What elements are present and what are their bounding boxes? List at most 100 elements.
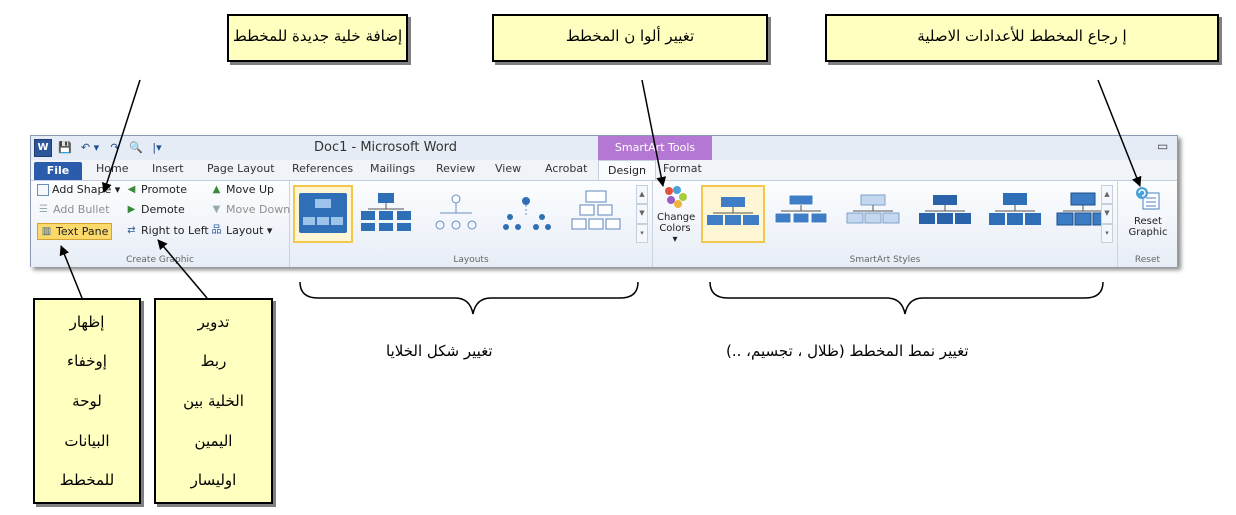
layouts-gallery-scroll[interactable]: ▲ ▼ ▾ [636,185,648,243]
dot-hierarchy-icon [503,197,551,230]
word-window: W 💾 ↶ ▾ ↷ 🔍 |▾ Doc1 - Microsoft Word Sma… [30,135,1178,267]
callout-right-to-left: تدوير ربط الخلية بين اليمين اوليسار [154,298,273,504]
circle-hierarchy-icon [435,194,477,230]
right-to-left-label: Right to Left [141,224,209,237]
layout-label: Layout ▾ [226,224,273,237]
text-pane-icon: ▥ [41,226,52,237]
hierarchy-layout-icon [299,193,347,233]
smartart-tools-label: SmartArt Tools [598,136,712,160]
quick-access-toolbar: W 💾 ↶ ▾ ↷ 🔍 |▾ [34,139,165,157]
print-preview-icon[interactable]: 🔍 [128,140,144,156]
change-colors-button[interactable]: Change Colors ▾ [657,185,696,245]
ribbon-tabs: File Home Insert Page Layout References … [31,160,1177,181]
promote-button[interactable]: ◀ Promote [125,183,187,196]
layout-option-hierarchy[interactable] [293,185,353,243]
demote-button[interactable]: ▶ Demote [125,203,185,216]
move-down-icon: ▼ [212,204,221,215]
ribbon: Add Shape ▾ ☰ Add Bullet ▥ Text Pane ◀ P… [31,180,1177,267]
promote-label: Promote [141,183,187,196]
change-colors-label-2: Colors ▾ [659,223,691,245]
styles-gallery-more-icon[interactable]: ▾ [1101,223,1113,243]
white-outline-style-icon [774,194,828,224]
outline-hierarchy-icon [571,190,621,230]
move-up-button[interactable]: ▲ Move Up [210,183,274,196]
tab-format[interactable]: Format [663,162,702,175]
move-down-button[interactable]: ▼ Move Down [210,203,291,216]
right-to-left-icon: ⇄ [127,225,136,236]
scroll-down-icon[interactable]: ▼ [636,204,648,224]
gallery-more-icon[interactable]: ▾ [636,223,648,243]
layout-option-labeled-hierarchy[interactable] [356,185,416,243]
labeled-hierarchy-icon [361,193,411,231]
tab-mailings[interactable]: Mailings [370,162,415,175]
layout-option-outline-hierarchy[interactable] [566,185,626,243]
add-bullet-label: Add Bullet [53,203,110,216]
tab-page-layout[interactable]: Page Layout [207,162,275,175]
reset-graphic-label-2: Graphic [1128,227,1168,238]
simple-fill-style-icon [707,197,759,225]
layouts-label: Layouts [453,255,489,265]
layout-option-dot-hierarchy[interactable] [496,185,556,243]
redo-icon[interactable]: ↷ [107,140,123,156]
tab-file[interactable]: File [34,162,82,180]
callout-change-colors: تغيير ألوا ن المخطط [492,14,768,62]
layout-button[interactable]: 品 Layout ▾ [210,224,273,237]
brace-layouts [299,281,639,315]
styles-scroll-down-icon[interactable]: ▼ [1101,204,1113,224]
brace-styles [709,281,1104,315]
add-shape-button[interactable]: Add Shape ▾ [37,183,120,196]
move-up-label: Move Up [226,183,275,196]
demote-arrow-icon: ▶ [127,204,136,215]
move-up-icon: ▲ [212,184,221,195]
title-bar: W 💾 ↶ ▾ ↷ 🔍 |▾ Doc1 - Microsoft Word Sma… [31,136,1177,160]
style-option-subtle-effect[interactable] [843,185,907,243]
move-down-label: Move Down [226,203,291,216]
style-option-moderate-effect[interactable] [915,185,979,243]
word-logo-icon[interactable]: W [34,139,52,157]
callout-toggle-text-pane: إظهار إوخفاء لوحة البيانات للمخطط [33,298,141,504]
promote-arrow-icon: ◀ [127,184,136,195]
callout-reset: إ رجاع المخطط للأعدادات الاصلية [825,14,1219,62]
save-icon[interactable]: 💾 [57,140,73,156]
tab-references[interactable]: References [292,162,353,175]
reset-group: Reset Graphic Reset [1119,181,1176,267]
undo-icon[interactable]: ↶ ▾ [78,140,102,156]
tab-review[interactable]: Review [436,162,475,175]
add-bullet-button[interactable]: ☰ Add Bullet [37,203,110,216]
demote-label: Demote [141,203,185,216]
add-shape-label: Add Shape ▾ [52,183,121,196]
add-shape-icon [37,183,49,196]
create-graphic-group: Add Shape ▾ ☰ Add Bullet ▥ Text Pane ◀ P… [31,181,290,267]
color-palette-icon [665,186,687,208]
styles-gallery-scroll[interactable]: ▲ ▼ ▾ [1101,185,1113,243]
smartart-styles-label: SmartArt Styles [849,255,921,265]
layout-option-circle-hierarchy[interactable] [426,185,486,243]
window-title: Doc1 - Microsoft Word [314,140,458,155]
create-graphic-label: Create Graphic [126,255,194,265]
change-colors-label-1: Change [657,212,696,223]
caption-styles: تغيير نمط المخطط (ظلال ، تجسيم، ..) [726,342,969,360]
intense-effect-style-icon [989,193,1041,225]
tab-insert[interactable]: Insert [152,162,184,175]
tab-view[interactable]: View [495,162,521,175]
tab-home[interactable]: Home [96,162,128,175]
smartart-styles-group: Change Colors ▾ ▲ ▼ ▾ SmartArt Styles [653,181,1118,267]
moderate-effect-style-icon [919,195,971,224]
scroll-up-icon[interactable]: ▲ [636,185,648,205]
bullet-list-icon: ☰ [39,204,48,215]
reset-graphic-label-1: Reset [1134,216,1162,227]
callout-add-cell: إضافة خلية جديدة للمخطط [227,14,408,62]
style-option-white-outline[interactable] [771,185,835,243]
reset-label: Reset [1134,255,1161,265]
customize-qat-icon[interactable]: |▾ [149,140,165,156]
tab-design[interactable]: Design [598,160,656,181]
reset-graphic-icon [1136,187,1160,210]
style-option-intense-effect[interactable] [985,185,1049,243]
style-option-simple-fill[interactable] [701,185,765,243]
styles-scroll-up-icon[interactable]: ▲ [1101,185,1113,205]
tab-acrobat[interactable]: Acrobat [545,162,587,175]
right-to-left-button[interactable]: ⇄ Right to Left [125,224,209,237]
text-pane-button[interactable]: ▥ Text Pane [37,223,113,240]
minimize-ribbon-icon[interactable]: ▭ [1157,138,1171,154]
reset-graphic-button[interactable]: Reset Graphic [1123,185,1173,238]
